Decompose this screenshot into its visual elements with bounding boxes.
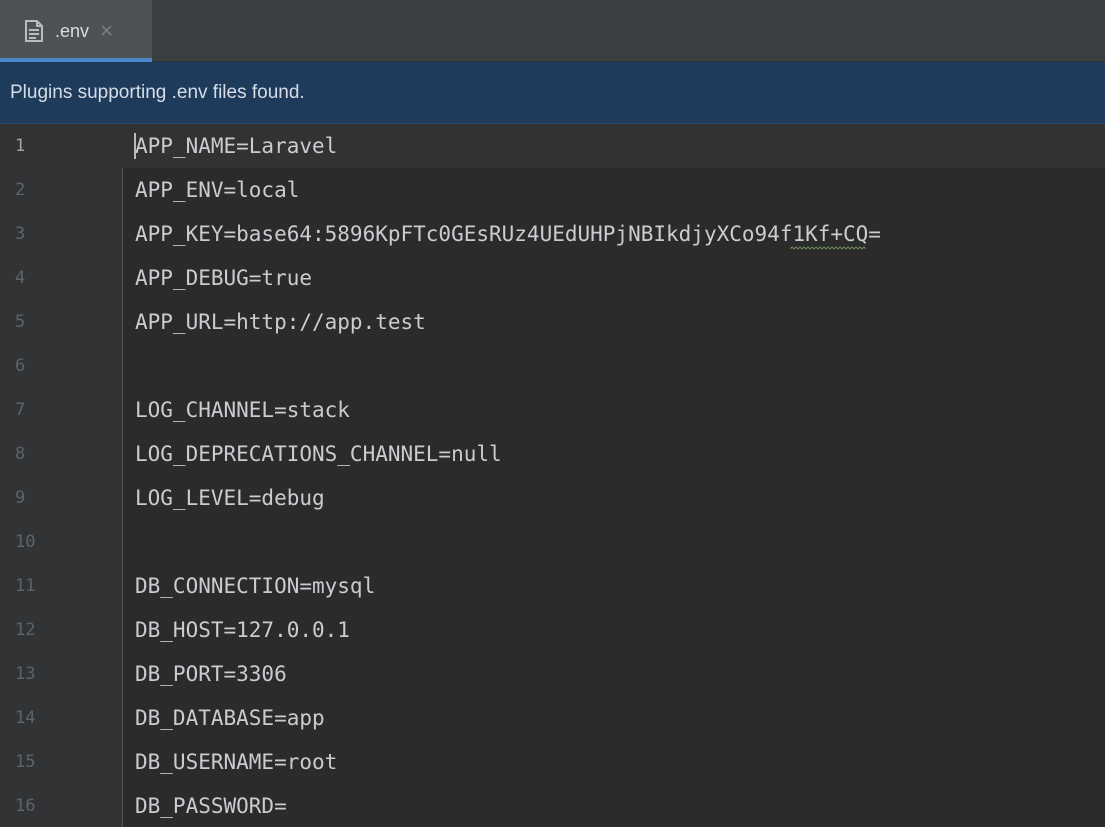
text-file-icon	[25, 20, 43, 42]
code-line[interactable]: 4 APP_DEBUG=true	[0, 256, 1105, 300]
code-line[interactable]: 9 LOG_LEVEL=debug	[0, 476, 1105, 520]
line-code-text[interactable]: LOG_DEPRECATIONS_CHANNEL=null	[135, 442, 502, 466]
line-number: 3	[15, 224, 26, 244]
line-code-text[interactable]: DB_PORT=3306	[135, 662, 287, 686]
code-line[interactable]: 8 LOG_DEPRECATIONS_CHANNEL=null	[0, 432, 1105, 476]
editor-tab-bar: .env ×	[0, 0, 1105, 62]
line-code-text[interactable]: DB_HOST=127.0.0.1	[135, 618, 350, 642]
line-number: 15	[15, 752, 36, 772]
line-number: 8	[15, 444, 26, 464]
code-editor[interactable]: 1 APP_NAME=Laravel 2 APP_ENV=local 3 APP_KEY=…	[0, 124, 1105, 827]
line-code-text[interactable]: LOG_LEVEL=debug	[135, 486, 325, 510]
code-line[interactable]: 3 APP_KEY=base64:5896KpFTc0GEsRUz4UEdUHPj…	[0, 212, 1105, 256]
line-number: 2	[15, 180, 26, 200]
code-line[interactable]: 12 DB_HOST=127.0.0.1	[0, 608, 1105, 652]
line-code-text[interactable]: DB_DATABASE=app	[135, 706, 325, 730]
line-number: 7	[15, 400, 26, 420]
line-number: 13	[15, 664, 36, 684]
code-line[interactable]: 6	[0, 344, 1105, 388]
line-number: 1	[15, 136, 26, 156]
line-code-text[interactable]: APP_NAME=Laravel	[135, 134, 337, 158]
line-number: 14	[15, 708, 36, 728]
text-caret	[134, 133, 136, 159]
line-code-text[interactable]: APP_URL=http://app.test	[135, 310, 426, 334]
code-line[interactable]: 5 APP_URL=http://app.test	[0, 300, 1105, 344]
line-code-text[interactable]: APP_DEBUG=true	[135, 266, 312, 290]
line-code-text[interactable]: APP_KEY=base64:5896KpFTc0GEsRUz4UEdUHPjN…	[135, 222, 881, 246]
line-number: 6	[15, 356, 26, 376]
line-number: 9	[15, 488, 26, 508]
line-number: 11	[15, 576, 36, 596]
code-line[interactable]: 10	[0, 520, 1105, 564]
line-code-text[interactable]: LOG_CHANNEL=stack	[135, 398, 350, 422]
line-code-text[interactable]: DB_USERNAME=root	[135, 750, 337, 774]
line-number: 16	[15, 796, 36, 816]
line-code-text[interactable]: DB_PASSWORD=	[135, 794, 287, 818]
line-number: 12	[15, 620, 36, 640]
code-line[interactable]: 1 APP_NAME=Laravel	[0, 124, 1105, 168]
line-number: 5	[15, 312, 26, 332]
line-number: 10	[15, 532, 36, 552]
code-line[interactable]: 14 DB_DATABASE=app	[0, 696, 1105, 740]
tab-env-file[interactable]: .env ×	[0, 0, 152, 62]
tab-label: .env	[55, 20, 90, 41]
code-line[interactable]: 11 DB_CONNECTION=mysql	[0, 564, 1105, 608]
line-code-text[interactable]: APP_ENV=local	[135, 178, 299, 202]
banner-message: Plugins supporting .env files found.	[10, 81, 305, 103]
line-number: 4	[15, 268, 26, 288]
close-icon[interactable]: ×	[99, 22, 114, 40]
code-line[interactable]: 2 APP_ENV=local	[0, 168, 1105, 212]
spelling-squiggle	[790, 246, 866, 250]
code-line[interactable]: 7 LOG_CHANNEL=stack	[0, 388, 1105, 432]
code-line[interactable]: 15 DB_USERNAME=root	[0, 740, 1105, 784]
code-line[interactable]: 13 DB_PORT=3306	[0, 652, 1105, 696]
code-line[interactable]: 16 DB_PASSWORD=	[0, 784, 1105, 827]
line-code-text[interactable]: DB_CONNECTION=mysql	[135, 574, 375, 598]
plugin-suggestion-banner: Plugins supporting .env files found.	[0, 62, 1105, 124]
